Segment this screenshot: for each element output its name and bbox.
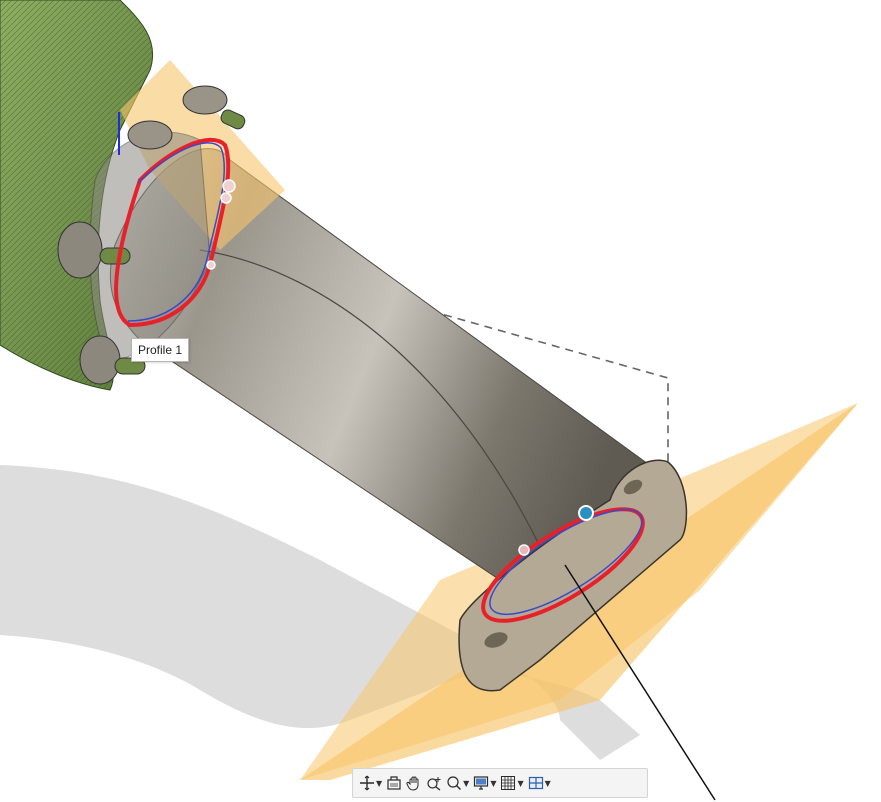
zoom-button[interactable] <box>424 770 444 796</box>
orbit-icon <box>360 775 374 791</box>
display-settings-button[interactable]: ▼ <box>471 770 498 796</box>
pan-icon <box>406 776 419 791</box>
chevron-down-icon: ▼ <box>376 778 383 788</box>
look-at-button[interactable] <box>384 770 404 796</box>
navigation-toolbar: ▼ ▼ ▼ ▼ ▼ <box>352 768 648 798</box>
chevron-down-icon: ▼ <box>463 778 470 788</box>
chevron-down-icon: ▼ <box>544 778 551 788</box>
chevron-down-icon: ▼ <box>490 778 497 788</box>
pan-button[interactable] <box>404 770 424 796</box>
zoom-icon <box>427 777 441 791</box>
end-profile-point[interactable] <box>578 505 594 521</box>
grid-snaps-button[interactable]: ▼ <box>498 770 525 796</box>
start-profile-point-3[interactable] <box>206 260 216 270</box>
start-profile-point-2[interactable] <box>220 192 232 204</box>
fit-button[interactable]: ▼ <box>444 770 471 796</box>
look-at-icon <box>387 776 401 790</box>
fit-icon <box>447 776 462 790</box>
orbit-button[interactable]: ▼ <box>357 770 384 796</box>
3d-scene[interactable] <box>0 0 881 802</box>
viewports-button[interactable]: ▼ <box>526 770 553 796</box>
end-profile-point-2[interactable] <box>518 544 530 556</box>
display-settings-icon <box>474 776 489 790</box>
viewports-icon <box>528 776 543 790</box>
start-profile-point-1[interactable] <box>222 179 236 193</box>
canvas-viewport[interactable]: Profile 1 ▼ ▼ ▼ ▼ ▼ <box>0 0 881 802</box>
bolt-boss-2 <box>127 120 173 150</box>
profile-tooltip: Profile 1 <box>131 338 190 362</box>
chevron-down-icon: ▼ <box>517 778 524 788</box>
grid-snaps-icon <box>501 776 516 790</box>
